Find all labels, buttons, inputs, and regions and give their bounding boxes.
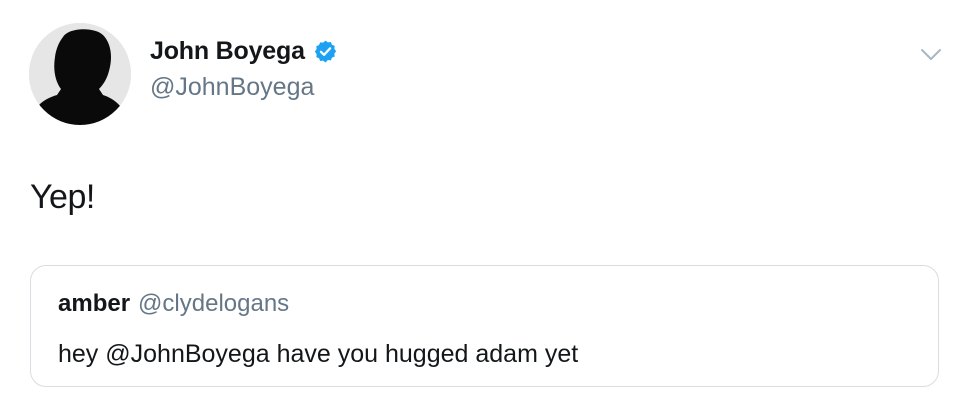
tweet-card: John Boyega @JohnBoyega Yep! amber @clyd… [0,0,960,403]
avatar[interactable] [29,23,131,125]
chevron-down-icon[interactable] [920,48,942,62]
tweet-text: Yep! [30,178,95,216]
author-display-name[interactable]: John Boyega [150,37,305,66]
quoted-display-name: amber [58,290,131,317]
quoted-handle: @clydelogans [138,290,290,317]
quoted-tweet[interactable]: amber @clydelogans hey @JohnBoyega have … [30,265,939,387]
author-handle[interactable]: @JohnBoyega [150,73,314,102]
quoted-tweet-header: amber @clydelogans [58,290,289,318]
author-name-row: John Boyega [150,37,338,66]
verified-badge-icon [314,40,336,63]
avatar-silhouette-icon [29,23,131,125]
quoted-tweet-text: hey @JohnBoyega have you hugged adam yet [58,340,579,368]
